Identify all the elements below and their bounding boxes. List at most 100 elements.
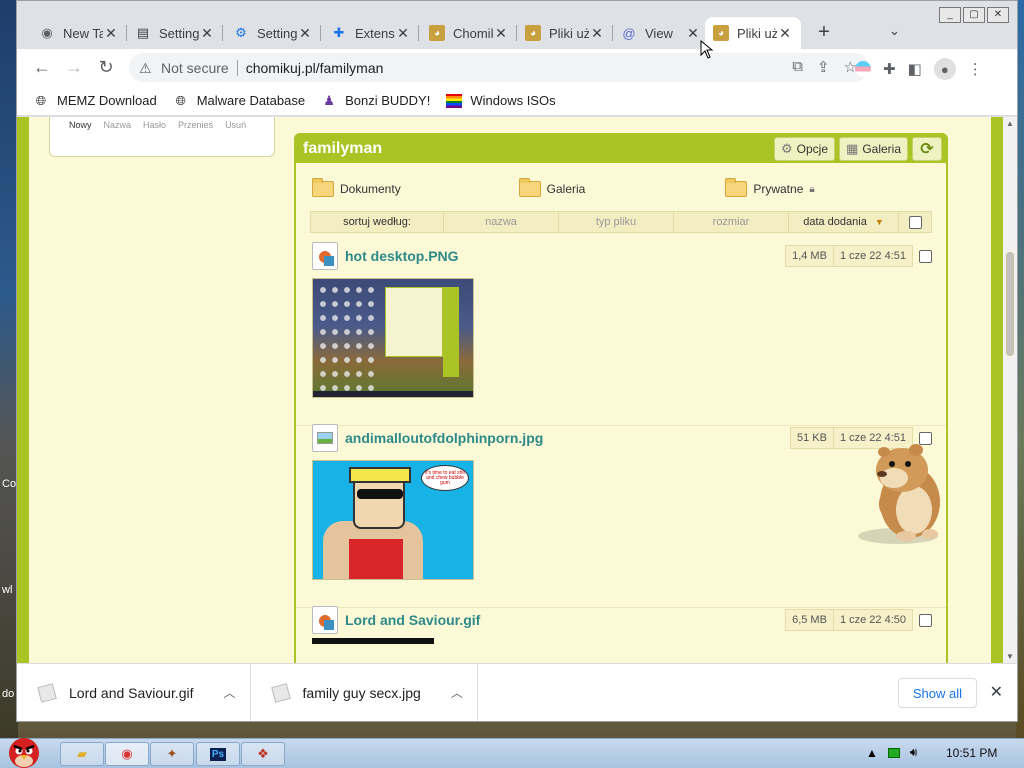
file-thumbnail[interactable] bbox=[312, 278, 474, 398]
volume-icon[interactable]: 🔊︎ bbox=[910, 745, 918, 760]
folder-prywatne[interactable]: Prywatne 🔒︎ bbox=[725, 178, 932, 197]
options-button[interactable]: ⚙ Opcje bbox=[774, 137, 836, 161]
omnibox-divider bbox=[236, 59, 238, 76]
back-arrow-icon[interactable]: ← bbox=[31, 57, 53, 79]
bookmark-memz[interactable]: 🌐︎ MEMZ Download bbox=[33, 93, 157, 109]
url-text[interactable]: chomikuj.pl/familyman bbox=[246, 60, 384, 76]
sort-by-size[interactable]: rozmiar bbox=[674, 212, 789, 232]
puzzle-icon[interactable]: ✚ bbox=[883, 60, 896, 78]
gallery-button[interactable]: ▦ Galeria bbox=[839, 137, 908, 161]
tray-expand-icon[interactable]: ▲ bbox=[866, 746, 878, 760]
sort-by-type[interactable]: typ pliku bbox=[559, 212, 674, 232]
tab-extensions[interactable]: ✚ Extensions ✕ bbox=[323, 17, 419, 49]
tab-settings-2[interactable]: ⚙ Settings ✕ bbox=[225, 17, 321, 49]
tab-view[interactable]: @ View ✕ bbox=[613, 17, 709, 49]
warning-icon[interactable]: ⚠ bbox=[139, 60, 155, 76]
minimize-button[interactable]: _ bbox=[939, 7, 961, 23]
action-password[interactable]: Hasło bbox=[143, 120, 166, 156]
scroll-down-icon[interactable]: ▼ bbox=[1006, 652, 1014, 661]
battery-icon[interactable] bbox=[887, 747, 900, 758]
app-icon: ✦ bbox=[166, 746, 178, 761]
taskbar-explorer[interactable]: ▰ bbox=[60, 742, 104, 766]
file-header: hot desktop.PNG 1,4 MB 1 cze 22 4:51 bbox=[312, 241, 932, 271]
chevron-up-icon[interactable]: ︿ bbox=[224, 684, 236, 701]
address-bar[interactable]: ⚠ Not secure chomikuj.pl/familyman ⧉ ⇪ ☆ bbox=[129, 53, 869, 82]
select-all-checkbox[interactable] bbox=[908, 215, 922, 229]
tab-settings-1[interactable]: ▤ Settings ✕ bbox=[127, 17, 223, 49]
close-icon[interactable]: ✕ bbox=[990, 682, 1003, 702]
folder-dokumenty[interactable]: Dokumenty bbox=[312, 178, 519, 197]
sort-by-name[interactable]: nazwa bbox=[444, 212, 559, 232]
tab-chomikuj[interactable]: ◕ Chomikuj ✕ bbox=[421, 17, 517, 49]
taskbar-clock[interactable]: 10:51 PM bbox=[946, 746, 997, 760]
toolbar-actions: ✚ ◧ ● ⋮ bbox=[855, 58, 983, 80]
sort-by-date[interactable]: data dodania ▼ bbox=[789, 212, 899, 232]
close-icon[interactable]: ✕ bbox=[103, 25, 119, 42]
file-name-link[interactable]: hot desktop.PNG bbox=[345, 248, 785, 264]
desktop-text-fragment: do bbox=[2, 688, 15, 700]
close-icon[interactable]: ✕ bbox=[589, 25, 605, 42]
refresh-button[interactable]: ⟳ bbox=[912, 137, 942, 161]
folder-icon bbox=[312, 178, 334, 197]
download-file-icon bbox=[270, 682, 291, 703]
bookmark-windows-isos[interactable]: Windows ISOs bbox=[446, 93, 556, 108]
taskbar-app[interactable]: ✦ bbox=[150, 742, 194, 766]
taskbar-photoshop[interactable]: Ps bbox=[196, 742, 240, 766]
mouse-cursor-icon bbox=[700, 40, 714, 59]
folder-galeria[interactable]: Galeria bbox=[518, 178, 726, 197]
translate-icon[interactable]: ⧉ bbox=[792, 58, 803, 76]
sort-label: sortuj według: bbox=[311, 212, 444, 232]
action-rename[interactable]: Nazwa bbox=[104, 120, 132, 156]
bookmark-bonzi[interactable]: ♟ Bonzi BUDDY! bbox=[321, 93, 430, 109]
tab-search-chevron-icon[interactable]: ⌄ bbox=[889, 23, 900, 39]
menu-kebab-icon[interactable]: ⋮ bbox=[968, 60, 983, 78]
close-icon[interactable]: ✕ bbox=[685, 25, 701, 42]
forward-arrow-icon[interactable]: → bbox=[63, 57, 85, 79]
extension-flag-icon[interactable] bbox=[855, 61, 871, 77]
bookmark-malware-database[interactable]: 🌐︎ Malware Database bbox=[173, 93, 306, 109]
tab-title: Settings bbox=[257, 25, 297, 41]
side-panel-icon[interactable]: ◧ bbox=[908, 60, 922, 78]
file-item: hot desktop.PNG 1,4 MB 1 cze 22 4:51 bbox=[312, 241, 932, 398]
start-button-angry-bird-icon[interactable] bbox=[2, 735, 48, 768]
hamster-icon: ◕ bbox=[525, 25, 541, 41]
profile-avatar-icon[interactable]: ● bbox=[933, 58, 956, 80]
file-meta: 1,4 MB 1 cze 22 4:51 bbox=[785, 245, 913, 267]
file-checkbox[interactable] bbox=[919, 249, 932, 263]
close-icon[interactable]: ✕ bbox=[493, 25, 509, 42]
tab-pliki-active[interactable]: ◕ Pliki użytkownika ✕ bbox=[705, 17, 801, 49]
taskbar-game[interactable]: ❖ bbox=[241, 742, 285, 766]
action-move[interactable]: Przenieś bbox=[178, 120, 213, 156]
not-secure-label[interactable]: Not secure bbox=[161, 60, 229, 76]
action-new[interactable]: Nowy bbox=[69, 120, 92, 156]
tab-title: Chomikuj bbox=[453, 25, 493, 41]
file-name-link[interactable]: Lord and Saviour.gif bbox=[345, 612, 785, 628]
file-checkbox[interactable] bbox=[919, 613, 932, 627]
reload-icon[interactable]: ↻ bbox=[95, 57, 117, 79]
action-delete[interactable]: Usuń bbox=[225, 120, 246, 156]
page-scrollbar[interactable]: ▲ ▼ bbox=[1003, 117, 1017, 663]
folder-panel: familyman ⚙ Opcje ▦ Galeria ⟳ Dokumenty bbox=[294, 133, 948, 663]
close-icon[interactable]: ✕ bbox=[395, 25, 411, 42]
share-icon[interactable]: ⇪ bbox=[817, 58, 830, 76]
chevron-up-icon[interactable]: ︿ bbox=[451, 684, 463, 701]
file-thumbnail[interactable] bbox=[312, 638, 434, 644]
tab-new-tab[interactable]: ◉ New Tab ✕ bbox=[31, 17, 127, 49]
scroll-up-icon[interactable]: ▲ bbox=[1006, 119, 1014, 128]
taskbar-chrome[interactable]: ◉ bbox=[105, 742, 149, 766]
close-window-button[interactable]: ✕ bbox=[987, 7, 1009, 23]
file-name-link[interactable]: andimalloutofdolphinporn.jpg bbox=[345, 430, 790, 446]
panel-title: familyman bbox=[303, 140, 383, 157]
close-icon[interactable]: ✕ bbox=[199, 25, 215, 42]
scrollbar-thumb[interactable] bbox=[1006, 252, 1014, 356]
show-all-button[interactable]: Show all bbox=[897, 678, 977, 708]
download-item[interactable]: Lord and Saviour.gif ︿ bbox=[17, 664, 251, 721]
close-icon[interactable]: ✕ bbox=[297, 25, 313, 42]
maximize-button[interactable]: ▢ bbox=[963, 7, 985, 23]
tab-pliki-1[interactable]: ◕ Pliki użytkownika ✕ bbox=[517, 17, 613, 49]
file-thumbnail[interactable]: it's time to eat shit and chew bubble gu… bbox=[312, 460, 474, 580]
download-item[interactable]: family guy secx.jpg ︿ bbox=[251, 664, 478, 721]
bookmark-label: MEMZ Download bbox=[57, 93, 157, 108]
new-tab-button[interactable]: + bbox=[812, 21, 836, 45]
close-icon[interactable]: ✕ bbox=[777, 25, 793, 42]
